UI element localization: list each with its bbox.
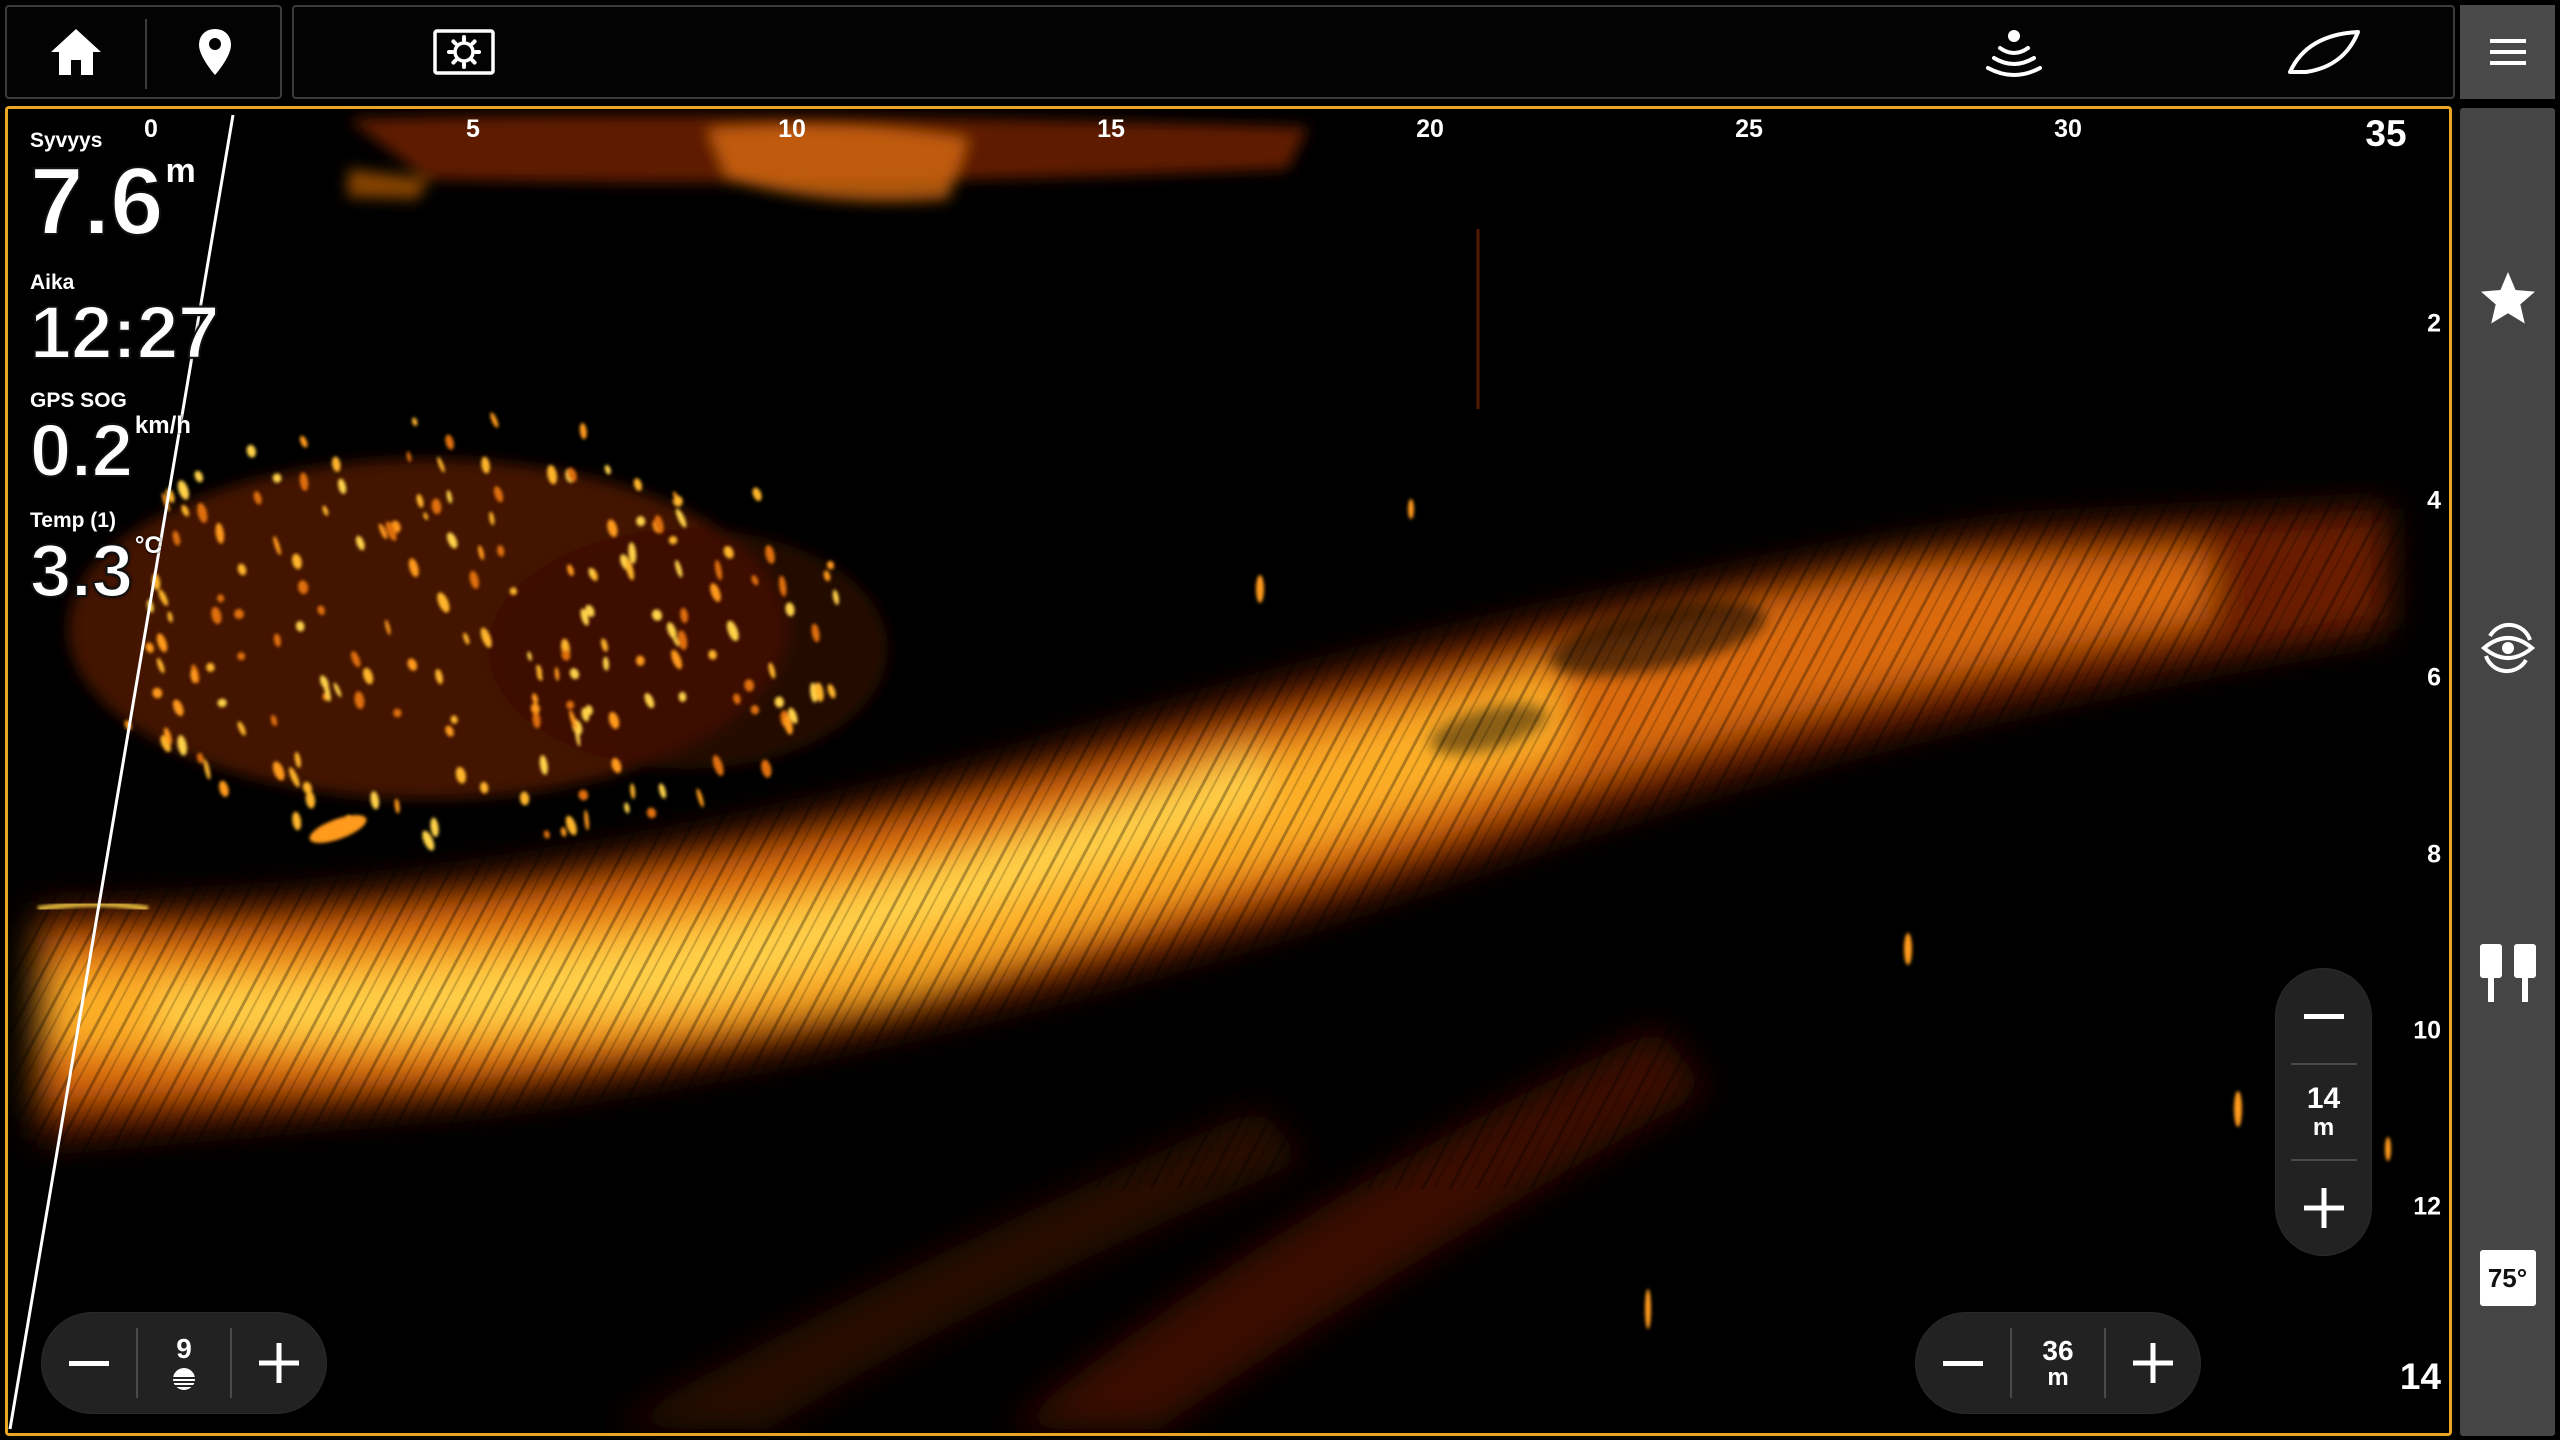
range-value-display: 36 m	[2012, 1334, 2104, 1392]
depth-scale-label: 6	[2427, 663, 2441, 692]
home-icon	[51, 29, 101, 75]
menu-button[interactable]	[2460, 5, 2555, 99]
camera-settings-icon	[433, 29, 495, 75]
beam-angle-badge: 75°	[2479, 1250, 2536, 1306]
gain-control: 9	[42, 1313, 326, 1413]
boat-hull-icon	[2288, 30, 2360, 74]
speed-unit: km/h	[134, 412, 191, 439]
gain-value-display: 9	[138, 1334, 230, 1391]
depth-scale-label: 14	[2399, 1356, 2441, 1397]
waypoint-button[interactable]	[147, 7, 282, 97]
depth-readout: Syvyys 7.6 m	[29, 129, 196, 255]
range-value: 36	[2042, 1334, 2074, 1366]
rotate-view-button[interactable]	[2460, 578, 2555, 718]
depth-value: 7.6	[29, 148, 164, 255]
plus-icon	[259, 1343, 299, 1383]
range-unit: m	[2047, 1364, 2069, 1392]
minus-icon	[2303, 1013, 2344, 1019]
plus-icon	[2133, 1343, 2173, 1383]
depth-scale-label: 4	[2427, 486, 2441, 515]
boat-button[interactable]	[2254, 7, 2394, 97]
speed-value: 0.2	[29, 409, 134, 492]
gain-value: 9	[176, 1333, 192, 1365]
live-sonar-view[interactable]: 0 5 10 15 20 25 30 35 2 4 6 8 10 12 14 Syvyys 7.6 m A…	[5, 106, 2452, 1436]
depth-range-unit: m	[2312, 1114, 2335, 1142]
brightness-icon	[173, 1367, 195, 1390]
favorite-button[interactable]	[2460, 228, 2555, 368]
minus-icon	[69, 1360, 109, 1366]
temperature-unit: °C	[134, 532, 162, 559]
right-sidebar: 75°	[2460, 108, 2555, 1436]
minus-icon	[1943, 1360, 1983, 1366]
range-control: 36 m	[1916, 1313, 2200, 1413]
depth-range-value: 14	[2306, 1082, 2341, 1116]
time-value: 12:27	[29, 291, 220, 374]
depth-scale-label: 10	[2413, 1016, 2441, 1045]
time-readout: Aika 12:27	[29, 271, 220, 374]
map-pin-icon	[198, 29, 231, 75]
screenshot-settings-button[interactable]	[394, 7, 534, 97]
sonar-transducer-icon	[1986, 30, 2042, 77]
hamburger-menu-icon	[2489, 39, 2526, 65]
range-decrease-button[interactable]	[1916, 1313, 2010, 1413]
range-scale-label: 25	[1735, 115, 1763, 143]
depth-scale-label: 12	[2413, 1192, 2441, 1221]
top-bar-left-group	[5, 5, 282, 99]
home-button[interactable]	[7, 7, 145, 97]
depth-scale-label: 8	[2427, 840, 2441, 869]
plus-icon	[2303, 1188, 2344, 1228]
range-scale-label: 20	[1416, 115, 1444, 143]
depth-increase-button[interactable]	[2276, 1161, 2371, 1255]
temperature-value: 3.3	[29, 529, 134, 612]
depth-scale-label: 2	[2427, 309, 2441, 338]
range-scale-label: 30	[2054, 115, 2082, 143]
depth-control: 14 m	[2276, 969, 2371, 1255]
eye-rotate-icon	[2480, 622, 2535, 674]
temperature-readout: Temp (1) 3.3 °C	[29, 509, 162, 612]
beam-angle-button[interactable]: 75°	[2460, 1238, 2555, 1318]
sonar-echo-image	[8, 109, 2449, 1433]
depth-decrease-button[interactable]	[2276, 969, 2371, 1063]
top-bar-main-group	[292, 5, 2455, 99]
transducer-pair-icon	[2479, 944, 2536, 1002]
gain-decrease-button[interactable]	[42, 1313, 136, 1413]
speed-readout: GPS SOG 0.2 km/h	[29, 389, 191, 492]
dual-transducer-button[interactable]	[2460, 898, 2555, 1048]
range-scale-label: 5	[466, 115, 480, 143]
depth-value-display: 14 m	[2307, 1065, 2340, 1159]
gain-increase-button[interactable]	[232, 1313, 326, 1413]
range-scale-label: 15	[1097, 115, 1125, 143]
range-scale-label: 35	[2365, 113, 2407, 154]
range-increase-button[interactable]	[2106, 1313, 2200, 1413]
top-bar	[0, 0, 2560, 104]
depth-unit: m	[165, 152, 196, 190]
range-scale-label: 10	[778, 115, 806, 143]
sonar-source-button[interactable]	[1954, 7, 2074, 97]
star-icon	[2480, 272, 2535, 324]
